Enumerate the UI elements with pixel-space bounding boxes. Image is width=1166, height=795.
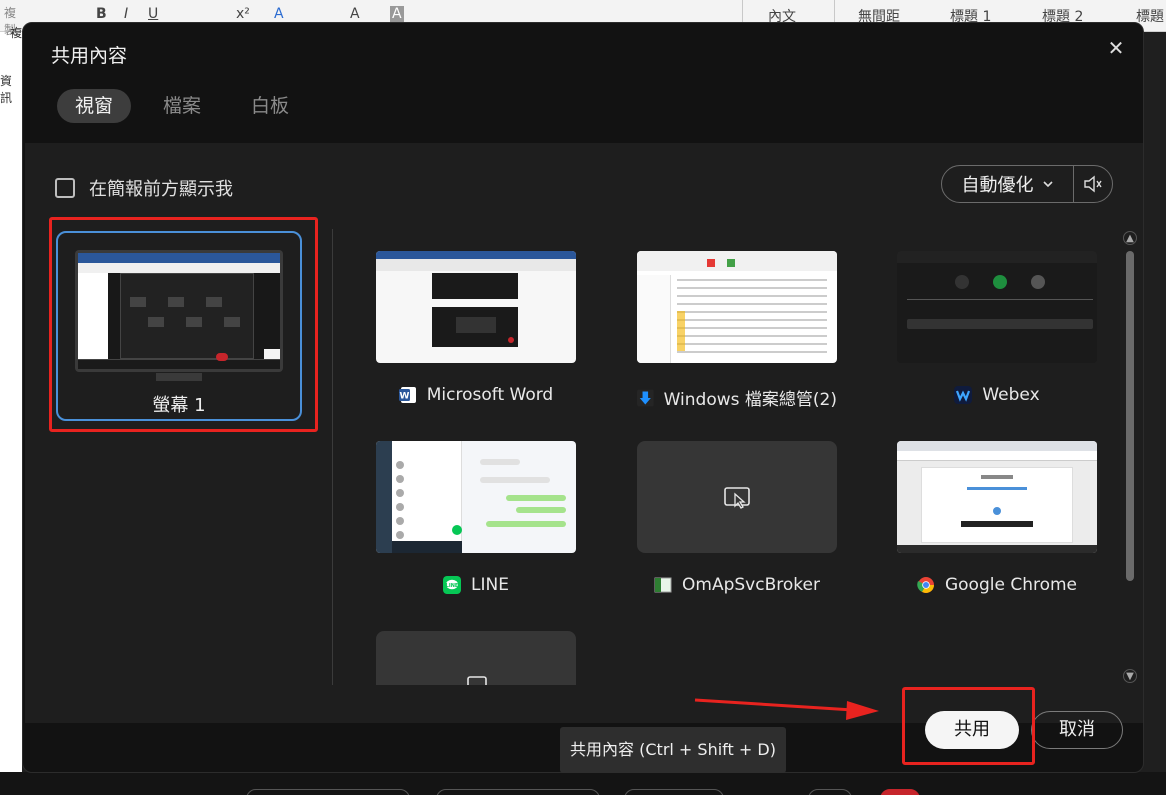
app-label-line: LINE bbox=[471, 575, 509, 595]
webex-icon bbox=[954, 386, 973, 404]
text-effect-icon: A bbox=[274, 6, 284, 22]
annotation-arrow-icon bbox=[694, 698, 879, 720]
optimize-control: 自動優化 bbox=[941, 165, 1113, 203]
chrome-icon bbox=[917, 577, 934, 593]
show-me-checkbox[interactable] bbox=[55, 178, 75, 198]
underline-format-icon: U bbox=[148, 6, 159, 22]
scroll-up-icon[interactable]: ▲ bbox=[1123, 231, 1137, 245]
font-color-icon: A bbox=[350, 6, 360, 22]
optimize-dropdown[interactable]: 自動優化 bbox=[942, 166, 1074, 202]
show-me-label: 在簡報前方顯示我 bbox=[89, 179, 233, 200]
app-label-word: Microsoft Word bbox=[426, 385, 554, 405]
panel-divider bbox=[332, 229, 333, 685]
show-me-in-front-option[interactable]: 在簡報前方顯示我 bbox=[55, 175, 233, 201]
tab-whiteboard[interactable]: 白板 bbox=[233, 89, 307, 123]
cancel-button[interactable]: 取消 bbox=[1031, 711, 1123, 749]
optimize-selected-value: 自動優化 bbox=[961, 175, 1034, 196]
word-icon: W bbox=[398, 387, 416, 403]
svg-text:LINE: LINE bbox=[446, 583, 459, 589]
app-partial-window[interactable] bbox=[376, 631, 576, 685]
share-shortcut-tooltip: 共用內容 (Ctrl + Shift + D) bbox=[560, 727, 786, 773]
tab-window[interactable]: 視窗 bbox=[57, 89, 132, 123]
app-thumbnail-chrome bbox=[897, 441, 1097, 553]
app-label-webex: Webex bbox=[982, 385, 1040, 405]
share-window-icon bbox=[724, 487, 750, 509]
svg-text:W: W bbox=[399, 392, 409, 402]
annotation-box-screen bbox=[49, 217, 318, 432]
app-google-chrome[interactable]: Google Chrome bbox=[897, 441, 1097, 595]
share-type-tabs: 視窗 檔案 白板 bbox=[57, 89, 321, 123]
scroll-down-icon[interactable]: ▼ bbox=[1123, 669, 1137, 683]
superscript-format-icon: x² bbox=[236, 6, 250, 22]
app-thumbnail-explorer bbox=[637, 251, 837, 363]
app-label-omapsvcbroker: OmApSvcBroker bbox=[682, 575, 820, 595]
italic-format-icon: I bbox=[124, 6, 129, 22]
scrollbar-thumb[interactable] bbox=[1126, 251, 1134, 581]
annotation-box-share bbox=[902, 687, 1035, 765]
app-thumbnail-word bbox=[376, 251, 576, 363]
chevron-down-icon bbox=[1042, 181, 1053, 188]
app-list-scrollbar[interactable]: ▲ ▼ bbox=[1122, 229, 1138, 685]
share-window-icon bbox=[467, 676, 487, 685]
app-microsoft-word[interactable]: W Microsoft Word bbox=[376, 251, 576, 405]
audio-mute-button[interactable] bbox=[1074, 166, 1112, 202]
app-thumbnail-webex bbox=[897, 251, 1097, 363]
bold-format-icon: B bbox=[96, 6, 107, 22]
line-icon: LINE bbox=[443, 576, 462, 594]
style-heading: 標題 bbox=[1136, 9, 1164, 25]
app-label-chrome: Google Chrome bbox=[944, 575, 1078, 595]
background-word-sidebar: 複製 複 資訊 bbox=[0, 6, 22, 792]
tab-file[interactable]: 檔案 bbox=[145, 89, 219, 123]
application-window-grid: W Microsoft Word Windows 檔案總管(2) Webex L… bbox=[337, 229, 1117, 685]
app-thumbnail-partial bbox=[376, 631, 576, 685]
background-meeting-controls bbox=[0, 772, 1166, 795]
app-windows-explorer[interactable]: Windows 檔案總管(2) bbox=[637, 251, 837, 410]
speaker-mute-icon bbox=[1084, 175, 1102, 193]
app-line[interactable]: LINE LINE bbox=[376, 441, 576, 595]
app-omapsvcbroker[interactable]: OmApSvcBroker bbox=[637, 441, 837, 595]
app-thumbnail-omapsvcbroker bbox=[637, 441, 837, 553]
app-label-explorer: Windows 檔案總管(2) bbox=[663, 390, 837, 410]
download-arrow-icon bbox=[637, 389, 654, 406]
char-shading-icon: A bbox=[390, 6, 404, 22]
app-webex[interactable]: Webex bbox=[897, 251, 1097, 405]
app-window-icon bbox=[654, 577, 672, 593]
dialog-title: 共用內容 bbox=[51, 45, 128, 67]
close-icon[interactable]: ✕ bbox=[1105, 37, 1127, 59]
app-thumbnail-line bbox=[376, 441, 576, 553]
